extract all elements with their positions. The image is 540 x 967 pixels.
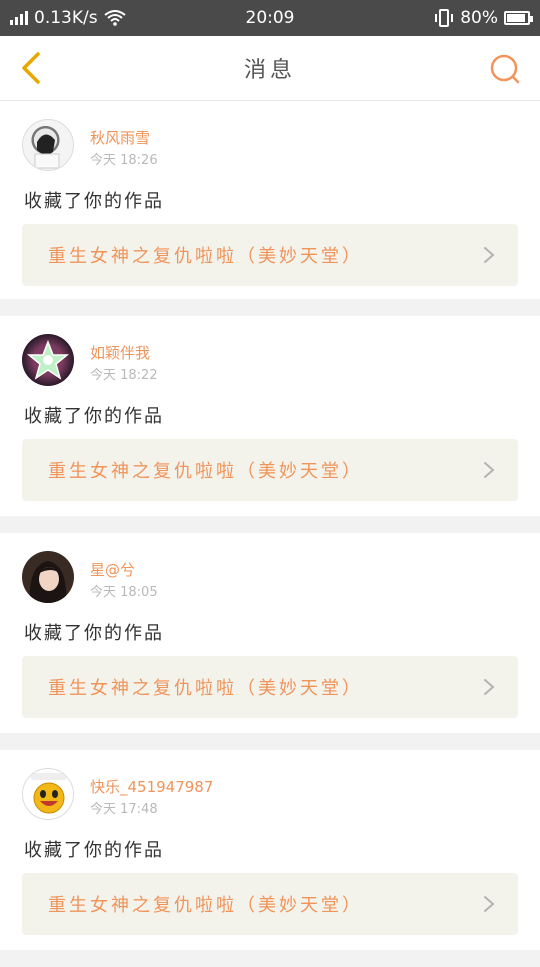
wifi-icon (103, 10, 126, 26)
search-icon[interactable] (488, 52, 522, 86)
chevron-right-icon (484, 679, 495, 695)
status-bar: 0.13K/s 20:09 80% (0, 0, 540, 36)
timestamp: 今天 18:22 (90, 368, 158, 383)
work-title: 重生女神之复仇啦啦（美妙天堂） (48, 246, 363, 267)
work-link[interactable]: 重生女神之复仇啦啦（美妙天堂） (22, 224, 518, 286)
battery-percent: 80% (460, 8, 498, 28)
timestamp: 今天 18:05 (90, 585, 158, 600)
timestamp: 今天 18:26 (90, 153, 158, 168)
avatar[interactable] (22, 119, 74, 171)
message-item[interactable]: 如颖伴我 今天 18:22 收藏了你的作品 重生女神之复仇啦啦（美妙天堂） (0, 316, 540, 516)
battery-icon (504, 11, 533, 25)
signal-icon (10, 11, 28, 25)
action-text: 收藏了你的作品 (24, 191, 164, 212)
chevron-right-icon (484, 462, 495, 478)
work-link[interactable]: 重生女神之复仇啦啦（美妙天堂） (22, 656, 518, 718)
username[interactable]: 星@兮 (90, 559, 135, 580)
network-speed: 0.13K/s (34, 8, 98, 28)
page-title: 消息 (243, 58, 296, 83)
message-item[interactable]: 快乐_451947987 今天 17:48 收藏了你的作品 重生女神之复仇啦啦（… (0, 750, 540, 950)
avatar-image (26, 339, 70, 380)
work-link[interactable]: 重生女神之复仇啦啦（美妙天堂） (22, 873, 518, 935)
username[interactable]: 快乐_451947987 (90, 776, 213, 797)
action-text: 收藏了你的作品 (24, 406, 164, 427)
message-item[interactable]: 秋风雨雪 今天 18:26 收藏了你的作品 重生女神之复仇啦啦（美妙天堂） (0, 101, 540, 299)
avatar-image (31, 773, 67, 814)
avatar[interactable] (22, 551, 74, 603)
chevron-left-icon[interactable] (14, 50, 50, 86)
battery-fill (507, 14, 525, 22)
avatar-image (34, 134, 60, 169)
message-list: 秋风雨雪 今天 18:26 收藏了你的作品 重生女神之复仇啦啦（美妙天堂） 如颖… (0, 101, 540, 967)
timestamp: 今天 17:48 (90, 802, 158, 817)
avatar[interactable] (22, 768, 74, 820)
message-item[interactable]: 星@兮 今天 18:05 收藏了你的作品 重生女神之复仇啦啦（美妙天堂） (0, 533, 540, 733)
action-text: 收藏了你的作品 (24, 623, 164, 644)
work-title: 重生女神之复仇啦啦（美妙天堂） (48, 895, 363, 916)
vibrate-icon (435, 9, 454, 27)
work-title: 重生女神之复仇啦啦（美妙天堂） (48, 461, 363, 482)
username[interactable]: 秋风雨雪 (90, 127, 150, 148)
action-text: 收藏了你的作品 (24, 840, 164, 861)
app-header: 消息 (0, 36, 540, 101)
chevron-right-icon (484, 896, 495, 912)
avatar-image (29, 561, 67, 603)
avatar[interactable] (22, 334, 74, 386)
status-bar-right: 80% (434, 8, 533, 28)
chevron-right-icon (484, 247, 495, 263)
work-title: 重生女神之复仇啦啦（美妙天堂） (48, 678, 363, 699)
work-link[interactable]: 重生女神之复仇啦啦（美妙天堂） (22, 439, 518, 501)
status-bar-left: 0.13K/s (10, 8, 126, 28)
username[interactable]: 如颖伴我 (90, 342, 150, 363)
